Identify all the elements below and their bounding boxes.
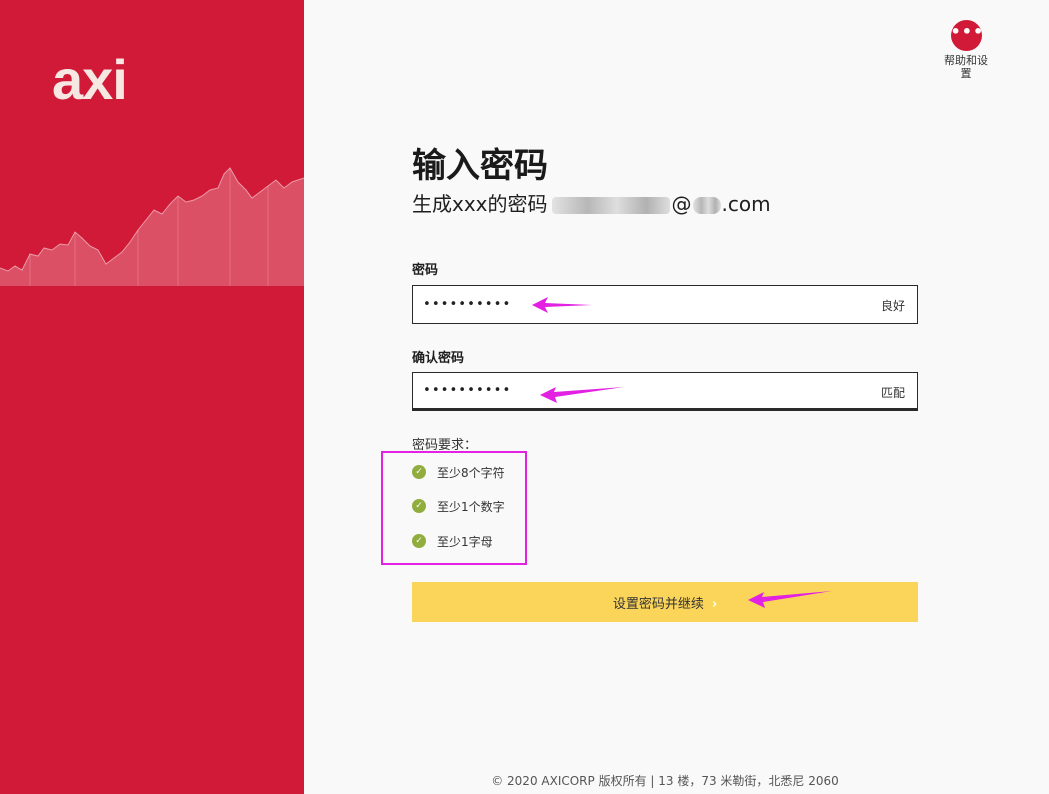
submit-label: 设置密码并继续	[612, 596, 704, 612]
brand-panel: axi	[0, 0, 304, 794]
chevron-right-icon: ›	[711, 596, 718, 612]
check-circle-icon: ✓	[412, 499, 426, 513]
confirm-password-input[interactable]	[413, 373, 853, 408]
copyright-footer: © 2020 AXICORP 版权所有 | 13 楼，73 米勒街，北悉尼 20…	[491, 774, 839, 788]
arrow-annotation-icon	[532, 297, 592, 313]
help-settings-label[interactable]: 帮助和设置	[942, 54, 990, 80]
requirement-label: 至少1字母	[437, 534, 493, 549]
confirm-match-status: 匹配	[880, 386, 905, 400]
requirement-item: ✓ 至少8个字符	[412, 464, 505, 480]
password-input[interactable]	[413, 286, 853, 323]
more-dots-icon[interactable]: •••	[950, 20, 983, 51]
confirm-password-field-container[interactable]: 匹配	[412, 372, 918, 411]
decorative-chart-graphic	[0, 167, 304, 286]
redacted-email-domain	[692, 197, 721, 214]
subtitle-at: @	[671, 192, 692, 216]
page-title: 输入密码	[412, 146, 548, 186]
help-settings[interactable]: ••• 帮助和设置	[942, 20, 990, 80]
arrow-annotation-icon	[540, 387, 624, 403]
password-label: 密码	[412, 263, 439, 278]
axi-logo: axi	[52, 48, 128, 111]
password-strength-status: 良好	[880, 299, 905, 313]
subtitle-prefix: 生成xxx的密码	[412, 192, 548, 216]
password-field-container[interactable]: 良好	[412, 285, 918, 324]
check-circle-icon: ✓	[412, 465, 426, 479]
page-subtitle: 生成xxx的密码 @ .com	[412, 188, 771, 217]
requirement-item: ✓ 至少1字母	[412, 533, 493, 549]
arrow-annotation-icon	[748, 591, 832, 608]
set-password-continue-button[interactable]: 设置密码并继续 ›	[412, 582, 918, 622]
check-circle-icon: ✓	[412, 534, 426, 548]
confirm-password-label: 确认密码	[412, 351, 465, 366]
subtitle-suffix: .com	[721, 192, 771, 216]
requirement-label: 至少1个数字	[437, 499, 505, 514]
requirement-item: ✓ 至少1个数字	[412, 498, 505, 514]
requirement-label: 至少8个字符	[437, 465, 505, 480]
redacted-email-user	[551, 197, 670, 214]
